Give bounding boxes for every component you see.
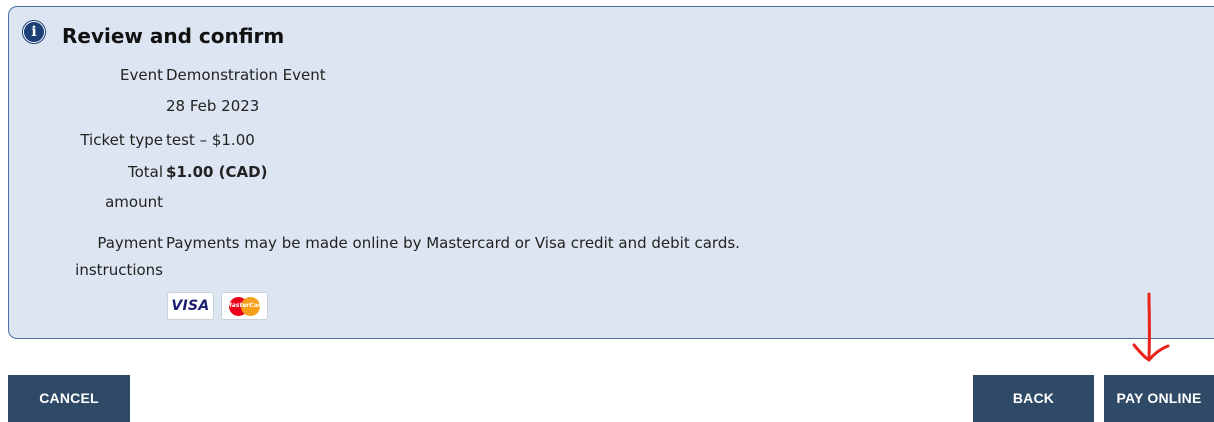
payment-instructions-label-line2: instructions <box>75 261 163 279</box>
mastercard-wordmark: MasterCard <box>225 302 266 309</box>
ticket-type-label: Ticket type <box>80 131 163 149</box>
info-icon: i <box>23 21 45 43</box>
total-amount-label-line2: amount <box>105 193 163 211</box>
cancel-button[interactable]: CANCEL <box>8 375 130 422</box>
pay-online-button[interactable]: PAY ONLINE <box>1104 375 1214 422</box>
payment-instructions-label-line1: Payment <box>97 234 163 252</box>
payment-instructions-value: Payments may be made online by Mastercar… <box>166 234 740 252</box>
panel-title: Review and confirm <box>62 24 285 48</box>
event-label: Event <box>120 66 163 84</box>
total-amount-label-line1: Total <box>127 163 163 181</box>
mastercard-icon: MasterCard <box>221 292 268 320</box>
visa-card-icon: VISA <box>167 292 214 320</box>
annotation-arrow-icon <box>1132 292 1170 362</box>
event-value: Demonstration Event <box>166 66 326 84</box>
back-button[interactable]: BACK <box>973 375 1094 422</box>
total-amount-value: $1.00 (CAD) <box>166 163 268 181</box>
ticket-type-value: test – $1.00 <box>166 131 255 149</box>
event-date: 28 Feb 2023 <box>166 97 260 115</box>
